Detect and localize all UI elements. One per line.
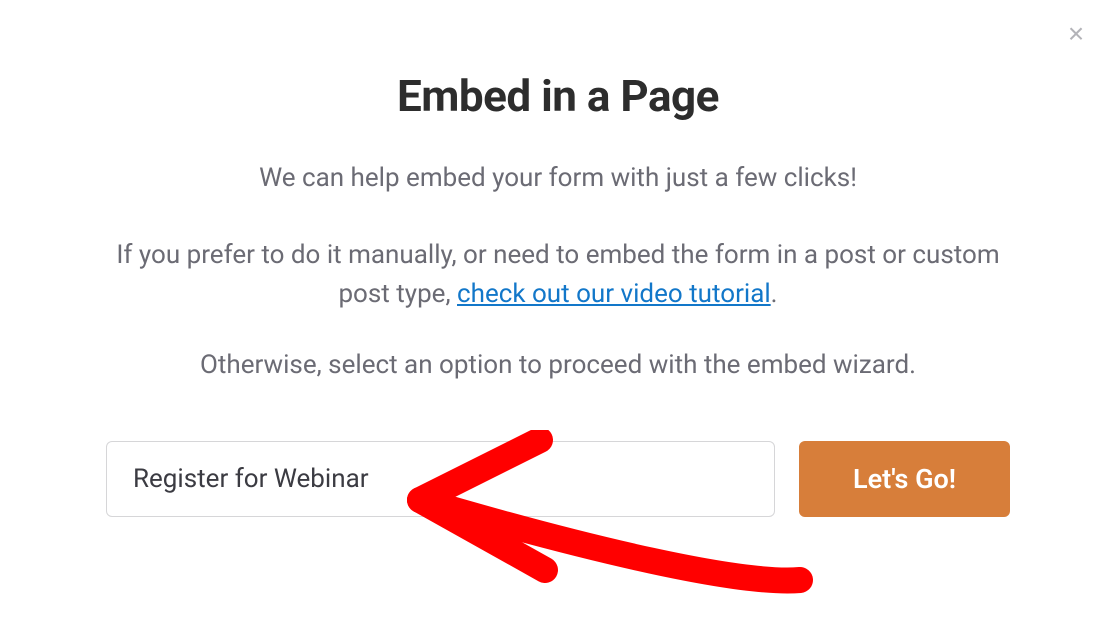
modal-paragraph-manual: If you prefer to do it manually, or need… [100,236,1016,314]
modal-subtitle: We can help embed your form with just a … [100,160,1016,196]
paragraph-suffix: . [771,279,778,309]
action-row: Let's Go! [100,441,1016,517]
page-name-input[interactable] [106,441,775,517]
modal-paragraph-wizard: Otherwise, select an option to proceed w… [100,346,1016,385]
video-tutorial-link[interactable]: check out our video tutorial [457,279,771,309]
close-icon: × [1068,18,1084,49]
modal-title: Embed in a Page [100,70,1016,122]
close-button[interactable]: × [1064,20,1088,44]
embed-modal-content: Embed in a Page We can help embed your f… [0,0,1116,517]
lets-go-button[interactable]: Let's Go! [799,441,1010,517]
